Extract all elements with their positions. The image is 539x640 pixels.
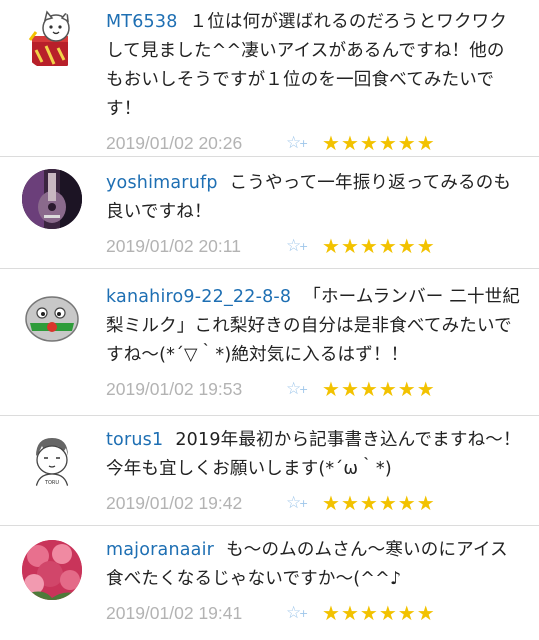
add-star-icon[interactable]: ☆ + bbox=[286, 492, 312, 514]
star-icon: ★ bbox=[416, 491, 435, 515]
comment-item: TORU torus1 2019年最初から記事書き込んでますね〜！今年も宜しくお願… bbox=[0, 416, 539, 526]
roses-photo-avatar-icon bbox=[22, 540, 82, 600]
username-link[interactable]: MT6538 bbox=[106, 12, 178, 32]
star-icon: ★ bbox=[378, 131, 397, 155]
star-icon: ★ bbox=[397, 377, 416, 401]
svg-text:TORU: TORU bbox=[44, 480, 59, 486]
cat-box-avatar-icon bbox=[28, 10, 70, 66]
star-rating: ★ ★ ★ ★ ★ ★ bbox=[322, 602, 435, 624]
username-link[interactable]: torus1 bbox=[106, 430, 163, 450]
comment-text-block: torus1 2019年最初から記事書き込んでますね〜！今年も宜しくお願いします(… bbox=[106, 426, 521, 484]
comment-text: 2019年最初から記事書き込んでますね〜！今年も宜しくお願いします(*´ω｀*) bbox=[106, 430, 521, 479]
star-rating: ★ ★ ★ ★ ★ ★ bbox=[322, 235, 435, 257]
star-icon: ★ bbox=[359, 377, 378, 401]
star-icon: ★ bbox=[322, 131, 340, 155]
comment-item: majoranaair も〜のムのムさん〜寒いのにアイス食べたくなるじゃないですか… bbox=[0, 526, 539, 640]
star-icon: ★ bbox=[322, 234, 340, 258]
user-avatar[interactable] bbox=[22, 540, 82, 600]
star-icon: ★ bbox=[397, 491, 416, 515]
comment-item: yoshimarufp こうやって一年振り返ってみるのも良いですね！ 2019/0… bbox=[0, 157, 539, 269]
comment-date: 2019/01/02 19:41 bbox=[106, 602, 243, 623]
star-icon: ★ bbox=[340, 131, 359, 155]
user-avatar[interactable]: TORU bbox=[22, 430, 82, 490]
star-icon: ★ bbox=[416, 601, 435, 625]
star-icon: ★ bbox=[359, 491, 378, 515]
user-avatar[interactable] bbox=[22, 287, 82, 347]
comment-meta: 2019/01/02 20:11 ☆ + ★ ★ ★ ★ ★ ★ bbox=[106, 233, 521, 259]
comment-date: 2019/01/02 19:53 bbox=[106, 378, 243, 399]
star-icon: ★ bbox=[397, 601, 416, 625]
comment-meta: 2019/01/02 20:26 ☆ + ★ ★ ★ ★ ★ ★ bbox=[106, 130, 521, 156]
comment-date: 2019/01/02 19:42 bbox=[106, 492, 243, 513]
comment-meta: 2019/01/02 19:41 ☆ + ★ ★ ★ ★ ★ ★ bbox=[106, 600, 521, 626]
star-icon: ★ bbox=[378, 377, 397, 401]
star-icon: ★ bbox=[378, 491, 397, 515]
star-icon: ★ bbox=[322, 491, 340, 515]
username-link[interactable]: kanahiro9-22_22-8-8 bbox=[106, 287, 291, 307]
comment-text-block: MT6538 １位は何が選ばれるのだろうとワクワクして見ました^^凄いアイスがある… bbox=[106, 8, 521, 124]
add-star-icon[interactable]: ☆ + bbox=[286, 378, 312, 400]
comment-meta: 2019/01/02 19:53 ☆ + ★ ★ ★ ★ ★ ★ bbox=[106, 376, 521, 402]
star-icon: ★ bbox=[322, 377, 340, 401]
add-star-icon[interactable]: ☆ + bbox=[286, 132, 312, 154]
star-icon: ★ bbox=[340, 377, 359, 401]
star-icon: ★ bbox=[340, 491, 359, 515]
comment-item: MT6538 １位は何が選ばれるのだろうとワクワクして見ました^^凄いアイスがある… bbox=[0, 0, 539, 157]
star-icon: ★ bbox=[378, 234, 397, 258]
comment-list: MT6538 １位は何が選ばれるのだろうとワクワクして見ました^^凄いアイスがある… bbox=[0, 0, 539, 640]
comment-text-block: yoshimarufp こうやって一年振り返ってみるのも良いですね！ bbox=[106, 169, 521, 227]
star-icon: ★ bbox=[359, 601, 378, 625]
add-star-icon[interactable]: ☆ + bbox=[286, 235, 312, 257]
sketch-person-avatar-icon: TORU bbox=[35, 438, 69, 489]
blob-character-avatar-icon bbox=[25, 296, 79, 342]
comment-date: 2019/01/02 20:26 bbox=[106, 132, 243, 153]
guitar-photo-avatar-icon bbox=[22, 169, 82, 229]
star-rating: ★ ★ ★ ★ ★ ★ bbox=[322, 492, 435, 514]
add-star-icon[interactable]: ☆ + bbox=[286, 602, 312, 624]
star-icon: ★ bbox=[397, 131, 416, 155]
username-link[interactable]: majoranaair bbox=[106, 540, 214, 560]
user-avatar[interactable] bbox=[22, 169, 82, 229]
star-icon: ★ bbox=[359, 234, 378, 258]
star-icon: ★ bbox=[322, 601, 340, 625]
star-icon: ★ bbox=[340, 601, 359, 625]
star-icon: ★ bbox=[416, 377, 435, 401]
star-icon: ★ bbox=[416, 234, 435, 258]
star-rating: ★ ★ ★ ★ ★ ★ bbox=[322, 132, 435, 154]
comment-text-block: kanahiro9-22_22-8-8 「ホームランバー 二十世紀梨ミルク」これ梨… bbox=[106, 283, 521, 370]
star-icon: ★ bbox=[378, 601, 397, 625]
comment-date: 2019/01/02 20:11 bbox=[106, 235, 241, 256]
star-rating: ★ ★ ★ ★ ★ ★ bbox=[322, 378, 435, 400]
star-icon: ★ bbox=[359, 131, 378, 155]
comment-meta: 2019/01/02 19:42 ☆ + ★ ★ ★ ★ ★ ★ bbox=[106, 490, 521, 516]
star-icon: ★ bbox=[416, 131, 435, 155]
star-icon: ★ bbox=[397, 234, 416, 258]
star-icon: ★ bbox=[340, 234, 359, 258]
comment-text-block: majoranaair も〜のムのムさん〜寒いのにアイス食べたくなるじゃないですか… bbox=[106, 536, 521, 594]
username-link[interactable]: yoshimarufp bbox=[106, 173, 218, 193]
comment-item: kanahiro9-22_22-8-8 「ホームランバー 二十世紀梨ミルク」これ梨… bbox=[0, 269, 539, 416]
user-avatar[interactable] bbox=[22, 10, 82, 70]
